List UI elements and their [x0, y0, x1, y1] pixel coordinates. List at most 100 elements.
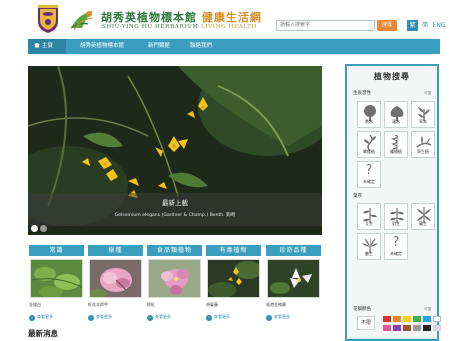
color-swatch-black[interactable]: [423, 325, 431, 331]
more-arrow-icon: ›: [29, 315, 35, 321]
site-title-main: 胡秀英植物標本館: [101, 11, 197, 24]
slider-dot-1[interactable]: [31, 225, 38, 232]
leaf-option-whorled[interactable]: 輪生: [411, 203, 435, 230]
color-swatch-light-gray[interactable]: [433, 325, 441, 331]
color-swatch-white[interactable]: [433, 316, 441, 322]
main-nav: 主頁 胡秀英植物標本館 新門類館 聯絡我們: [28, 39, 440, 54]
latest-news-heading: 最新消息: [28, 329, 58, 338]
category-name-rare-species[interactable]: 香港金線蘭: [266, 302, 286, 308]
color-swatch-yellow[interactable]: [403, 316, 411, 322]
site-header: 胡秀英植物標本館 健康生活網 SHIU-YING HU HERBARIUM LI…: [0, 0, 468, 39]
habit-label-twiner: 纏繞植: [390, 149, 402, 154]
nav-item-new-categories[interactable]: 新門類館: [148, 39, 170, 54]
leaf-option-opposite[interactable]: 對生: [384, 203, 408, 230]
flower-color-section-label: 花瓣顏色: [353, 307, 371, 312]
category-tab-common[interactable]: 常識: [29, 245, 84, 256]
category-card-food-plants[interactable]: 食品類植物 桃紅 › 查看更多: [147, 245, 202, 321]
habit-label-herb: 草本: [419, 119, 427, 124]
color-any-button[interactable]: 不限: [357, 316, 375, 330]
habit-section-label: 生長習性: [353, 91, 371, 96]
nav-item-contact[interactable]: 聯絡我們: [190, 39, 212, 54]
category-image-food-plants[interactable]: [148, 259, 201, 298]
lang-english-button[interactable]: ENG: [431, 20, 447, 31]
site-title-en-accent: LIVING HEALTH: [201, 24, 257, 30]
search-input[interactable]: 請輸入搜索字: [276, 20, 375, 31]
category-tab-poisonous[interactable]: 有毒植物: [206, 245, 261, 256]
more-arrow-icon: ›: [88, 315, 94, 321]
category-more-poisonous[interactable]: › 查看更多: [206, 314, 230, 321]
site-title-chinese: 胡秀英植物標本館 健康生活網: [101, 9, 262, 25]
category-tab-trees[interactable]: 樹種: [88, 245, 143, 256]
habit-label-parasite: 寄生植: [417, 149, 429, 154]
habit-option-twiner[interactable]: 纏繞植: [384, 131, 408, 158]
nav-label-home: 主頁: [42, 43, 54, 49]
color-swatch-blue[interactable]: [423, 316, 431, 322]
leaf-label-alternate: 互生: [365, 221, 373, 226]
habit-label-climber: 攀援植: [363, 149, 375, 154]
leaf-label-opposite: 對生: [392, 221, 400, 226]
category-image-trees[interactable]: [89, 259, 142, 298]
category-more-label: 查看更多: [155, 314, 171, 319]
cuhk-crest-logo[interactable]: [36, 5, 60, 34]
category-image-common[interactable]: [30, 259, 83, 298]
more-arrow-icon: ›: [147, 315, 153, 321]
color-swatch-red[interactable]: [383, 316, 391, 322]
color-swatch-orange[interactable]: [393, 316, 401, 322]
plant-search-title: 植物搜尋: [374, 72, 410, 81]
plant-search-panel: 植物搜尋 生長習性 可選 喬木 灌木 草本 攀援植 纏繞植 寄生植 ? 未確定 …: [345, 64, 439, 341]
habit-option-tree[interactable]: 喬木: [357, 101, 381, 128]
category-more-common[interactable]: › 查看更多: [29, 314, 53, 321]
leaf-option-unknown[interactable]: ? 未確定: [384, 233, 408, 260]
category-name-trees[interactable]: 紅花羊蹄甲: [88, 302, 108, 308]
habit-section-hint: 可選: [424, 91, 431, 95]
habit-option-herb[interactable]: 草本: [411, 101, 435, 128]
leaf-option-alternate[interactable]: 互生: [357, 203, 381, 230]
category-tab-rare-species[interactable]: 珍奇品種: [266, 245, 321, 256]
color-swatch-brown[interactable]: [403, 325, 411, 331]
habit-option-climber[interactable]: 攀援植: [357, 131, 381, 158]
category-name-poisonous[interactable]: 胡蔓藤: [206, 302, 218, 308]
habit-option-shrub[interactable]: 灌木: [384, 101, 408, 128]
habit-label-unknown: 未確定: [363, 179, 375, 184]
flower-color-section-hint: 可選: [424, 307, 431, 311]
question-icon: ?: [392, 235, 400, 250]
search-button[interactable]: 搜尋: [377, 20, 397, 31]
color-swatch-pink[interactable]: [383, 325, 391, 331]
habit-label-tree: 喬木: [365, 119, 373, 124]
category-card-poisonous[interactable]: 有毒植物 胡蔓藤 › 查看更多: [206, 245, 261, 321]
question-icon: ?: [365, 163, 373, 178]
category-name-food-plants[interactable]: 桃紅: [147, 302, 155, 308]
featured-slider[interactable]: 最新上載 Gelsemium elegans (Gardner & Champ.…: [28, 66, 322, 235]
more-arrow-icon: ›: [206, 315, 212, 321]
category-more-trees[interactable]: › 查看更多: [88, 314, 112, 321]
category-more-food-plants[interactable]: › 查看更多: [147, 314, 171, 321]
habit-option-unknown[interactable]: ? 未確定: [357, 161, 381, 188]
more-arrow-icon: ›: [266, 315, 272, 321]
nav-item-home[interactable]: 主頁: [28, 39, 66, 54]
nav-item-herbarium[interactable]: 胡秀英植物標本館: [80, 39, 124, 54]
category-card-rare-species[interactable]: 珍奇品種 香港金線蘭 › 查看更多: [266, 245, 321, 321]
color-swatch-gray[interactable]: [413, 325, 421, 331]
category-tab-food-plants[interactable]: 食品類植物: [147, 245, 202, 256]
leaf-option-fascicled[interactable]: 叢生: [357, 233, 381, 260]
category-more-label: 查看更多: [37, 314, 53, 319]
category-more-rare-species[interactable]: › 查看更多: [266, 314, 290, 321]
category-name-common[interactable]: 金錢白: [29, 302, 41, 308]
category-card-common[interactable]: 常識 金錢白 › 查看更多: [29, 245, 84, 321]
herbarium-logo[interactable]: [68, 8, 96, 32]
leaf-label-whorled: 輪生: [419, 221, 427, 226]
slide-caption-subtitle: Gelsemium elegans (Gardner & Champ.) Ben…: [114, 213, 236, 218]
category-image-rare-species[interactable]: [267, 259, 320, 298]
lang-traditional-button[interactable]: 繁: [407, 20, 418, 31]
category-more-label: 查看更多: [96, 314, 112, 319]
leaf-label-unknown: 未確定: [390, 251, 402, 256]
category-image-poisonous[interactable]: [207, 259, 260, 298]
color-swatch-purple[interactable]: [393, 325, 401, 331]
lang-simplified-button[interactable]: 简: [420, 20, 430, 31]
slider-dot-2[interactable]: [40, 225, 47, 232]
category-card-trees[interactable]: 樹種 紅花羊蹄甲 › 查看更多: [88, 245, 143, 321]
site-title-accent: 健康生活網: [201, 11, 262, 24]
color-swatch-green[interactable]: [413, 316, 421, 322]
site-title-en-main: SHIU-YING HU HERBARIUM: [102, 24, 199, 30]
habit-option-parasite[interactable]: 寄生植: [411, 131, 435, 158]
